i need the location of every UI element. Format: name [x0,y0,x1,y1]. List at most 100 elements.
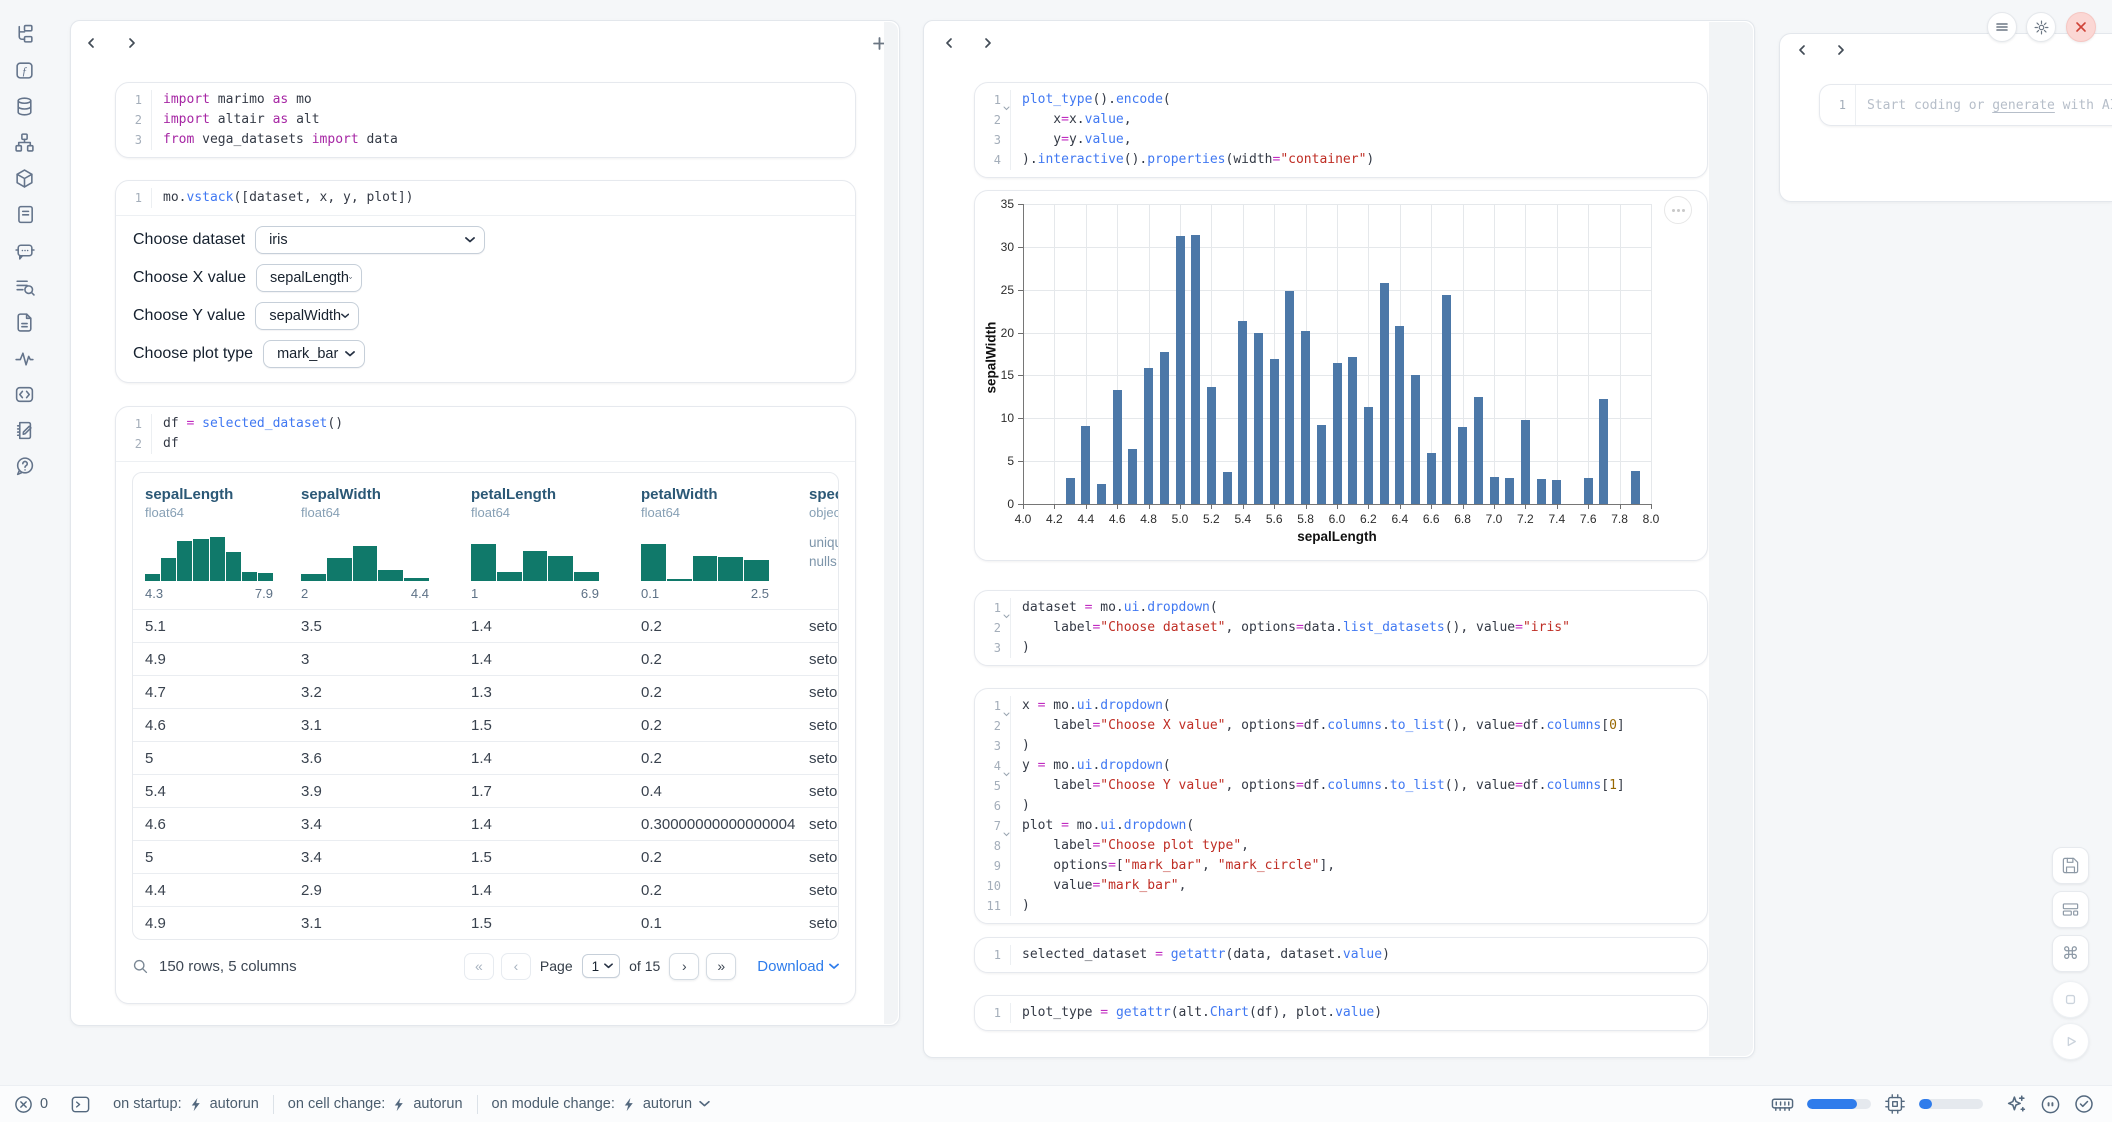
code-line[interactable]: 3from vega_datasets import data [116,130,855,150]
connection-status-button[interactable] [2074,1094,2094,1114]
sidebar-dependency-graph-button[interactable] [5,127,43,157]
code-line[interactable]: 5 label="Choose Y value", options=df.col… [975,776,1707,796]
search-icon[interactable] [132,958,149,975]
code-line[interactable]: 2 label="Choose dataset", options=data.l… [975,618,1707,638]
settings-button[interactable] [2026,12,2056,42]
code-line[interactable]: 1dataset = mo.ui.dropdown( [975,598,1707,618]
table-row[interactable]: 53.61.40.2setosa [133,741,838,774]
table-row[interactable]: 4.93.11.50.1setosa [133,906,838,939]
sidebar-chat-button[interactable] [5,235,43,265]
prev-column-button[interactable] [79,31,103,55]
panel-scrollbar-gutter[interactable] [884,22,898,1024]
column-header-sepalLength[interactable]: sepalLengthfloat644.37.9 [133,473,289,609]
code-line[interactable]: 4).interactive().properties(width="conta… [975,150,1707,170]
run-all-button[interactable] [2052,1023,2089,1060]
stop-kernel-button[interactable] [2052,981,2089,1018]
column-header-sepalWidth[interactable]: sepalWidthfloat6424.4 [289,473,459,609]
column-header-petalLength[interactable]: petalLengthfloat6416.9 [459,473,629,609]
table-row[interactable]: 4.73.21.30.2setosa [133,675,838,708]
code-line[interactable]: 1mo.vstack([dataset, x, y, plot]) [116,188,855,208]
shutdown-button[interactable] [2066,12,2096,42]
sidebar-tracing-button[interactable] [5,343,43,373]
notebook-menu-button[interactable] [1987,12,2017,42]
sidebar-logs-button[interactable] [5,199,43,229]
code-cell-dataframe[interactable]: 1df = selected_dataset()2df sepalLengthf… [115,406,856,1004]
on-startup-setting[interactable]: on startup: autorun [113,1096,259,1112]
code-line[interactable]: 3) [975,736,1707,756]
table-row[interactable]: 4.931.40.2setosa [133,642,838,675]
panel-scrollbar-gutter[interactable] [1709,22,1753,1056]
code-cell-vstack[interactable]: 1mo.vstack([dataset, x, y, plot]) Choose… [115,180,856,383]
next-column-button[interactable] [976,31,1000,55]
code-line[interactable]: 4y = mo.ui.dropdown( [975,756,1707,776]
code-cell-imports[interactable]: 1import marimo as mo2import altair as al… [115,82,856,158]
terminal-button[interactable] [70,1094,91,1115]
next-column-button[interactable] [1829,38,1853,62]
copilot-button[interactable] [2040,1094,2061,1115]
table-row[interactable]: 5.43.91.70.4setosa [133,774,838,807]
prev-column-button[interactable] [937,31,961,55]
dropdown-choose-y-value[interactable]: sepalWidth [255,302,359,330]
table-row[interactable]: 4.63.41.40.30000000000000004setosa [133,807,838,840]
sidebar-file-tree-button[interactable] [5,19,43,49]
code-line[interactable]: 2df [116,434,855,454]
page-select[interactable]: 1 [582,954,621,978]
prev-page-button[interactable]: ‹ [501,953,531,980]
on-module-change-setting[interactable]: on module change: autorun [492,1096,711,1112]
code-line[interactable]: 10 value="mark_bar", [975,876,1707,896]
prev-column-button[interactable] [1790,38,1814,62]
last-page-button[interactable]: » [706,953,736,980]
code-line[interactable]: 1x = mo.ui.dropdown( [975,696,1707,716]
altair-bar-chart[interactable]: 4.04.24.44.64.85.05.25.45.65.86.06.26.46… [975,191,1707,560]
code-line[interactable]: 1plot_type().encode( [975,90,1707,110]
layout-toggle-button[interactable] [2052,891,2089,928]
chart-output-cell[interactable]: 4.04.24.44.64.85.05.25.45.65.86.06.26.46… [974,190,1708,561]
code-line[interactable]: 1import marimo as mo [116,90,855,110]
sidebar-package-button[interactable] [5,163,43,193]
next-column-button[interactable] [120,31,144,55]
download-button[interactable]: Download [757,958,839,975]
sidebar-code-block-button[interactable] [5,379,43,409]
code-line[interactable]: 1df = selected_dataset() [116,414,855,434]
sidebar-functions-button[interactable]: ƒ [5,55,43,85]
code-cell-plot-type[interactable]: 1plot_type = getattr(alt.Chart(df), plot… [974,995,1708,1031]
code-line[interactable]: 1selected_dataset = getattr(data, datase… [975,945,1707,965]
table-row[interactable]: 4.63.11.50.2setosa [133,708,838,741]
column-header-species[interactable]: speciesobjectunique:nulls: [797,473,838,609]
table-row[interactable]: 4.42.91.40.2setosa [133,873,838,906]
save-notebook-button[interactable] [2052,847,2089,884]
error-count-indicator[interactable]: 0 [14,1095,48,1114]
dropdown-choose-dataset[interactable]: iris [255,226,485,254]
code-cell-selected-dataset[interactable]: 1selected_dataset = getattr(data, datase… [974,937,1708,973]
code-line[interactable]: 7plot = mo.ui.dropdown( [975,816,1707,836]
table-row[interactable]: 5.13.51.40.2setosa [133,609,838,642]
code-line[interactable]: 2 x=x.value, [975,110,1707,130]
sidebar-help-button[interactable] [5,451,43,481]
code-line[interactable]: 6) [975,796,1707,816]
sidebar-snippets-button[interactable] [5,271,43,301]
code-cell-plot[interactable]: 1plot_type().encode(2 x=x.value,3 y=y.va… [974,82,1708,178]
sidebar-scratchpad-button[interactable] [5,415,43,445]
generate-with-ai-link[interactable]: generate [1992,98,2055,113]
chart-actions-menu-button[interactable] [1664,196,1692,224]
code-line[interactable]: 3 y=y.value, [975,130,1707,150]
code-line[interactable]: 8 label="Choose plot type", [975,836,1707,856]
dropdown-choose-plot-type[interactable]: mark_bar [263,340,365,368]
code-line[interactable]: 9 options=["mark_bar", "mark_circle"], [975,856,1707,876]
code-line[interactable]: 1plot_type = getattr(alt.Chart(df), plot… [975,1003,1707,1023]
code-cell-dataset-dropdown[interactable]: 1dataset = mo.ui.dropdown(2 label="Choos… [974,590,1708,666]
next-page-button[interactable]: › [669,953,699,980]
keyboard-shortcuts-button[interactable]: ⌘ [2052,935,2089,972]
on-cell-change-setting[interactable]: on cell change: autorun [288,1096,463,1112]
code-line[interactable]: 3) [975,638,1707,658]
column-header-petalWidth[interactable]: petalWidthfloat640.12.5 [629,473,797,609]
code-line[interactable]: 2 label="Choose X value", options=df.col… [975,716,1707,736]
sidebar-database-button[interactable] [5,91,43,121]
dropdown-choose-x-value[interactable]: sepalLength [256,264,362,292]
code-cell-xy-plot-dropdowns[interactable]: 1x = mo.ui.dropdown(2 label="Choose X va… [974,688,1708,924]
sidebar-documentation-button[interactable] [5,307,43,337]
code-line[interactable]: 11) [975,896,1707,916]
first-page-button[interactable]: « [464,953,494,980]
code-line[interactable]: 2import altair as alt [116,110,855,130]
ai-sparkle-button[interactable] [2006,1094,2027,1115]
